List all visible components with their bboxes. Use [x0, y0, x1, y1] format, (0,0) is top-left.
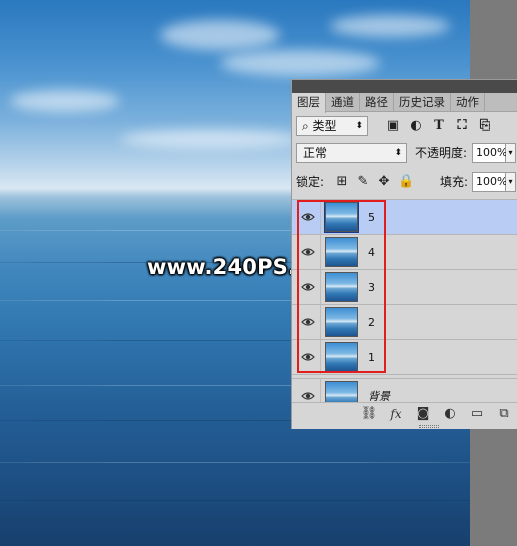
- opacity-dropdown-icon[interactable]: ▾: [506, 143, 516, 163]
- wave: [0, 462, 470, 463]
- adjustment-filter-icon[interactable]: ◐: [407, 117, 425, 135]
- wave: [0, 500, 470, 501]
- cloud: [120, 130, 300, 148]
- smart-object-filter-icon[interactable]: ⎘: [476, 117, 494, 135]
- highlight-box: [297, 200, 386, 373]
- cloud: [160, 20, 280, 50]
- type-filter-icon[interactable]: T: [430, 117, 448, 135]
- tab-channels[interactable]: 通道: [326, 93, 360, 112]
- fill-dropdown-icon[interactable]: ▾: [506, 172, 516, 192]
- fill-input[interactable]: 100%: [472, 172, 507, 192]
- opacity-label: 不透明度:: [415, 146, 468, 160]
- panel-bottom-bar: ⛓ fx ◙ ◐ ▭ ⧉: [292, 402, 517, 424]
- blend-mode-select[interactable]: 正常 ⬍: [296, 143, 407, 163]
- filter-kind-label: 类型: [312, 119, 337, 133]
- shape-filter-icon[interactable]: ⛶: [453, 117, 471, 135]
- lock-transparent-icon[interactable]: ⊞: [334, 173, 350, 191]
- new-layer-icon[interactable]: ⧉: [495, 405, 513, 423]
- lock-label: 锁定:: [296, 175, 325, 189]
- tab-history[interactable]: 历史记录: [394, 93, 451, 112]
- lock-row: 锁定: ⊞ ✎ ✥ 🔒 填充: 100% ▾: [296, 172, 517, 192]
- panel-title-bar[interactable]: [292, 80, 517, 93]
- adjustment-icon[interactable]: ◐: [441, 405, 459, 423]
- blend-row: 正常 ⬍ 不透明度: 100% ▾: [296, 143, 517, 163]
- updown-icon: ⬍: [394, 148, 402, 158]
- panel-tabs: 图层 通道 路径 历史记录 动作: [292, 93, 517, 113]
- lock-all-icon[interactable]: 🔒: [398, 173, 414, 191]
- lock-position-icon[interactable]: ✥: [376, 173, 392, 191]
- folder-icon[interactable]: ▭: [468, 405, 486, 423]
- tab-paths[interactable]: 路径: [360, 93, 394, 112]
- fill-label: 填充:: [440, 175, 469, 189]
- filter-kind-select[interactable]: ⌕ 类型 ⬍: [296, 116, 368, 136]
- updown-icon: ⬍: [355, 121, 363, 131]
- resize-grip[interactable]: [419, 425, 439, 428]
- cloud: [10, 90, 120, 112]
- tab-layers[interactable]: 图层: [292, 93, 326, 113]
- cloud: [330, 15, 450, 37]
- blend-mode-value: 正常: [303, 146, 328, 160]
- lock-brush-icon[interactable]: ✎: [355, 173, 371, 191]
- pixel-filter-icon[interactable]: ▣: [384, 117, 402, 135]
- fx-icon[interactable]: fx: [387, 405, 405, 423]
- link-icon[interactable]: ⛓: [360, 405, 378, 423]
- opacity-input[interactable]: 100%: [472, 143, 507, 163]
- tab-actions[interactable]: 动作: [451, 93, 485, 112]
- eye-icon[interactable]: [301, 389, 315, 403]
- layer-filter-row: ⌕ 类型 ⬍ ▣ ◐ T ⛶ ⎘: [296, 116, 516, 136]
- mask-icon[interactable]: ◙: [414, 405, 432, 423]
- search-icon: ⌕: [302, 119, 313, 133]
- cloud: [220, 50, 380, 76]
